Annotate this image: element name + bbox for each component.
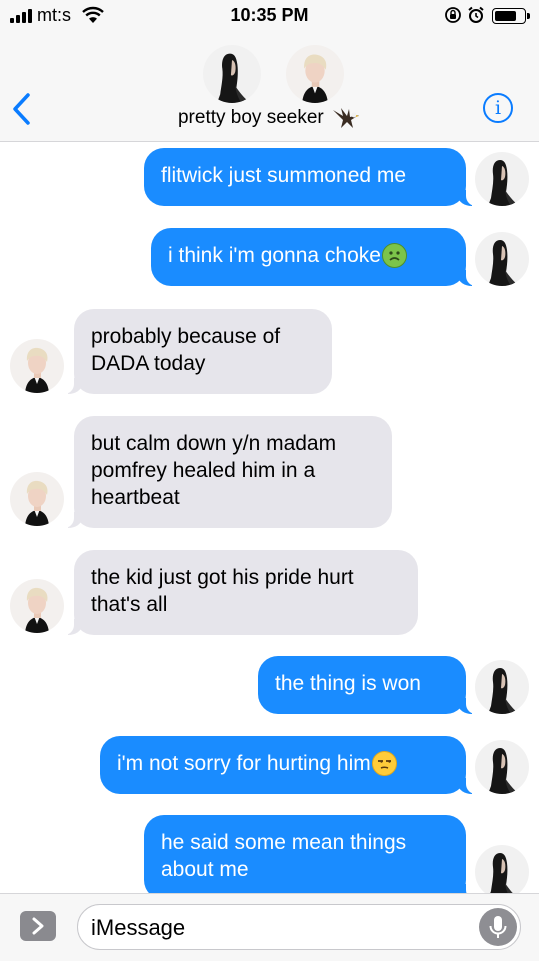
avatar-contact [10,472,64,526]
message-bubble-outgoing[interactable]: i think i'm gonna choke [151,228,480,286]
avatar-self [475,845,529,899]
message-text: i think i'm gonna choke [168,244,381,267]
message-bubble-outgoing[interactable]: the thing is won [258,656,480,714]
nauseated-face-icon [381,243,407,268]
message-text: flitwick just summoned me [161,164,407,187]
battery-icon [492,8,530,24]
message-bubble-incoming[interactable]: probably because of DADA today [60,309,332,394]
microphone-icon[interactable] [479,908,517,946]
avatar-self [475,232,529,286]
message-bubble-incoming[interactable]: but calm down y/n madam pomfrey healed h… [60,416,392,528]
alarm-icon [468,6,484,23]
avatar-self [475,740,529,794]
eagle-icon [333,108,360,128]
message-bubble-outgoing[interactable]: i'm not sorry for hurting him [100,736,480,794]
message-text: the kid just got his pride hurt that's a… [91,566,354,616]
orientation-lock-icon [445,7,461,23]
message-bubble-outgoing[interactable]: he said some mean things about me [144,815,480,900]
message-text: he said some mean things about me [161,831,407,881]
info-icon[interactable]: i [483,93,513,123]
battery-level [495,11,516,21]
message-input[interactable]: iMessage [77,904,521,950]
header-avatar-contact[interactable] [286,45,344,103]
message-text: probably because of DADA today [91,325,281,375]
status-bar: mt:s 10:35 PM [0,0,539,32]
app-drawer-icon[interactable] [20,911,56,941]
avatar-self [475,152,529,206]
avatar-contact [10,579,64,633]
message-text: but calm down y/n madam pomfrey healed h… [91,432,337,509]
contact-name: pretty boy seeker [177,107,324,128]
message-bubble-incoming[interactable]: the kid just got his pride hurt that's a… [60,550,418,635]
avatar-self [475,660,529,714]
message-text: i'm not sorry for hurting him [117,752,371,775]
header-avatar-self[interactable] [203,45,261,103]
message-input-bar: iMessage [0,893,539,961]
contact-name-row[interactable]: pretty boy seeker [0,106,539,130]
message-bubble-outgoing[interactable]: flitwick just summoned me [144,148,480,206]
conversation-header: mt:s 10:35 PM pretty boy seeker i [0,0,539,142]
message-input-placeholder: iMessage [91,915,186,940]
unamused-face-icon [371,751,397,776]
avatar-contact [10,339,64,393]
message-text: the thing is won [275,672,421,695]
